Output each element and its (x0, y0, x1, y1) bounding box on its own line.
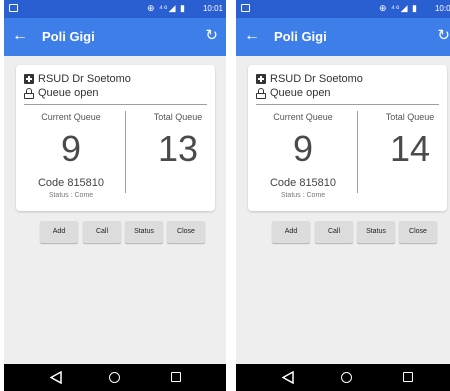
close-button[interactable]: Close (399, 221, 437, 243)
nav-home-icon[interactable] (109, 372, 120, 383)
status-bar: ⊕ ⁴⁶◢ ▮ 10:01 (4, 0, 226, 18)
queue-code: Code 815810 (37, 177, 105, 189)
back-arrow-icon[interactable]: ← (12, 26, 28, 46)
divider-horizontal (24, 104, 207, 105)
hospital-row: RSUD Dr Soetomo (256, 72, 363, 86)
call-button[interactable]: Call (83, 221, 121, 243)
queue-code: Code 815810 (269, 177, 337, 189)
divider-horizontal (256, 104, 439, 105)
nav-back-icon[interactable] (50, 371, 62, 384)
status-icons: ⊕ ⁴⁶◢ ▮ (379, 3, 418, 13)
current-queue-value: 9 (60, 128, 82, 169)
hospital-name: RSUD Dr Soetomo (270, 73, 363, 85)
status-button[interactable]: Status (125, 221, 163, 243)
status-time: 10:01 (202, 4, 223, 13)
status-bar: ⊕ ⁴⁶◢ ▮ 10:02 (236, 0, 450, 18)
notification-icon (9, 4, 18, 12)
hospital-row: RSUD Dr Soetomo (24, 72, 131, 86)
refresh-icon[interactable]: ↻ (437, 27, 450, 45)
nav-bar (236, 364, 450, 391)
add-button[interactable]: Add (40, 221, 78, 243)
nav-home-icon[interactable] (341, 372, 352, 383)
nav-recent-icon[interactable] (171, 372, 181, 382)
divider-vertical (357, 111, 358, 193)
queue-state: Queue open (270, 87, 331, 99)
back-arrow-icon[interactable]: ← (244, 26, 260, 46)
refresh-icon[interactable]: ↻ (205, 27, 218, 45)
app-bar: ← Poli Gigi ↻ (4, 18, 226, 56)
queue-state: Queue open (38, 87, 99, 99)
hospital-plus-icon (256, 74, 266, 84)
current-queue-label: Current Queue (41, 112, 101, 122)
current-queue-label: Current Queue (273, 112, 333, 122)
notification-icon (241, 4, 250, 12)
queue-card: RSUD Dr Soetomo Queue open Current Queue… (248, 65, 447, 211)
queue-state-row: Queue open (24, 86, 99, 100)
total-queue-value: 13 (157, 128, 199, 169)
hospital-name: RSUD Dr Soetomo (38, 73, 131, 85)
nav-back-icon[interactable] (282, 371, 294, 384)
call-button[interactable]: Call (315, 221, 353, 243)
current-queue-value: 9 (292, 128, 314, 169)
phone-screen-left: ⊕ ⁴⁶◢ ▮ 10:01 ← Poli Gigi ↻ RSUD Dr Soet… (4, 0, 226, 391)
divider-vertical (125, 111, 126, 193)
close-button[interactable]: Close (167, 221, 205, 243)
hospital-plus-icon (24, 74, 34, 84)
total-queue-label: Total Queue (153, 112, 203, 122)
status-icons: ⊕ ⁴⁶◢ ▮ (147, 3, 186, 13)
lock-open-icon (24, 87, 34, 99)
lock-open-icon (256, 87, 266, 99)
add-button[interactable]: Add (272, 221, 310, 243)
queue-status: Status : Come (48, 192, 94, 199)
app-title: Poli Gigi (274, 29, 327, 44)
app-bar: ← Poli Gigi ↻ (236, 18, 450, 56)
status-time: 10:02 (434, 4, 450, 13)
queue-state-row: Queue open (256, 86, 331, 100)
nav-bar (4, 364, 226, 391)
app-title: Poli Gigi (42, 29, 95, 44)
phone-screen-right: ⊕ ⁴⁶◢ ▮ 10:02 ← Poli Gigi ↻ RSUD Dr Soet… (236, 0, 450, 391)
queue-card: RSUD Dr Soetomo Queue open Current Queue… (16, 65, 215, 211)
queue-status: Status : Come (280, 192, 326, 199)
status-button[interactable]: Status (357, 221, 395, 243)
total-queue-label: Total Queue (385, 112, 435, 122)
total-queue-value: 14 (389, 128, 431, 169)
nav-recent-icon[interactable] (403, 372, 413, 382)
